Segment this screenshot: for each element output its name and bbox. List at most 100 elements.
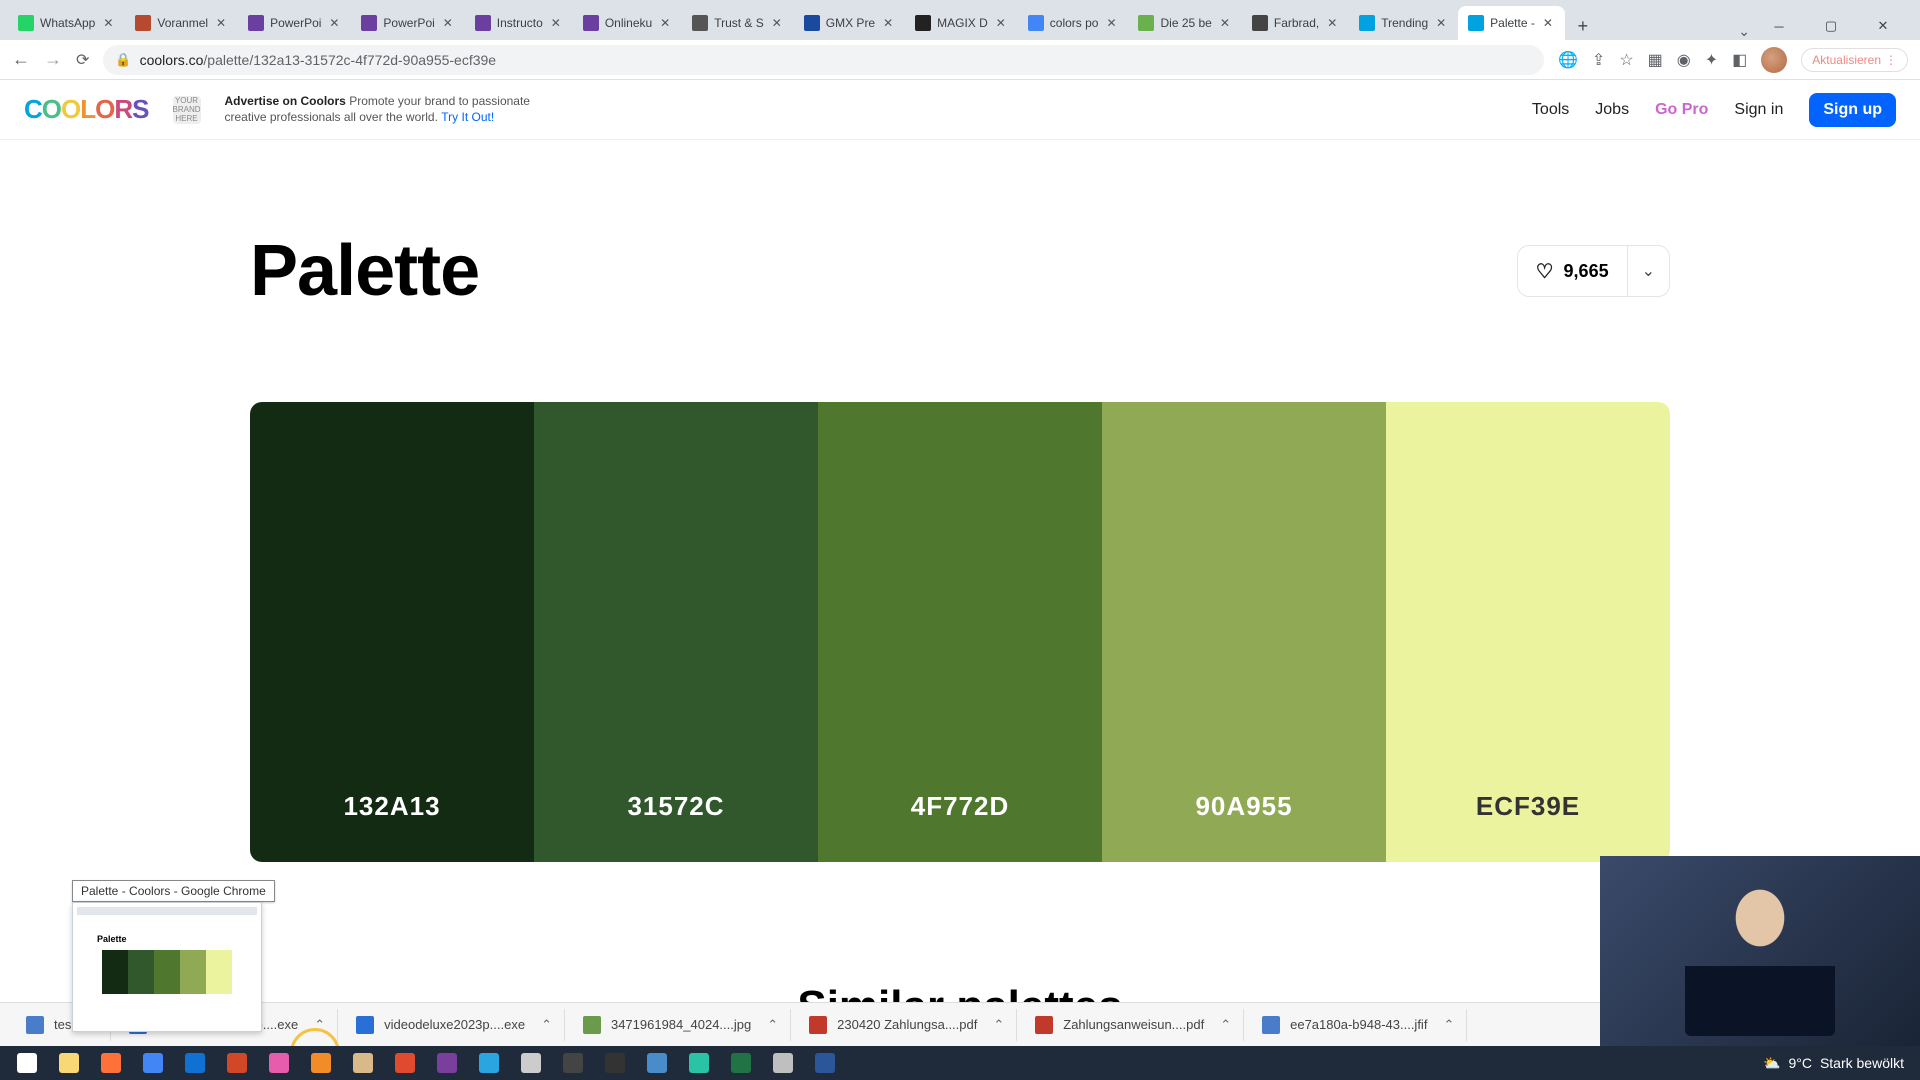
tabs-dropdown-icon[interactable]: ⌄ — [1738, 23, 1750, 40]
taskbar-app-firefox[interactable] — [90, 1048, 132, 1078]
browser-tab[interactable]: Instructo ✕ — [465, 6, 573, 40]
download-item[interactable]: ee7a180a-b948-43....jfif ⌃ — [1250, 1009, 1467, 1041]
like-dropdown[interactable]: ⌄ — [1628, 246, 1669, 296]
tab-favicon — [915, 15, 931, 31]
browser-tab[interactable]: PowerPoi ✕ — [351, 6, 464, 40]
browser-tab[interactable]: Trending ✕ — [1349, 6, 1458, 40]
close-tab-icon[interactable]: ✕ — [214, 16, 228, 30]
nav-gopro[interactable]: Go Pro — [1655, 101, 1708, 119]
new-tab-button[interactable]: + — [1569, 12, 1597, 40]
close-tab-icon[interactable]: ✕ — [770, 16, 784, 30]
chevron-up-icon[interactable]: ⌃ — [308, 1017, 325, 1033]
taskbar-app-outlook[interactable] — [174, 1048, 216, 1078]
browser-tab[interactable]: Farbrad, ✕ — [1242, 6, 1349, 40]
taskbar-app-chrome[interactable] — [132, 1048, 174, 1078]
download-item[interactable]: videodeluxe2023p....exe ⌃ — [344, 1009, 565, 1041]
forward-button[interactable]: → — [44, 49, 62, 70]
minimize-button[interactable]: ─ — [1762, 12, 1796, 40]
taskbar-app-onenote[interactable] — [426, 1048, 468, 1078]
taskbar-app-powerpoint[interactable] — [216, 1048, 258, 1078]
like-button[interactable]: ♡ 9,665 — [1518, 246, 1628, 296]
url-domain: coolors.co — [140, 52, 204, 68]
browser-tab[interactable]: Palette - ✕ — [1458, 6, 1565, 40]
color-swatch[interactable]: 4F772D — [818, 402, 1102, 862]
close-window-button[interactable]: ✕ — [1866, 12, 1900, 40]
close-tab-icon[interactable]: ✕ — [101, 16, 115, 30]
taskbar-app-start[interactable] — [6, 1048, 48, 1078]
share-icon[interactable]: ⇪ — [1592, 50, 1605, 70]
chevron-up-icon[interactable]: ⌃ — [987, 1017, 1004, 1033]
close-tab-icon[interactable]: ✕ — [549, 16, 563, 30]
signin-button[interactable]: Sign in — [1734, 101, 1783, 119]
color-swatch[interactable]: 31572C — [534, 402, 818, 862]
taskbar-app-edge[interactable] — [678, 1048, 720, 1078]
taskbar-app-app6[interactable] — [636, 1048, 678, 1078]
vlc-icon — [311, 1053, 331, 1073]
taskbar-app-app7[interactable] — [762, 1048, 804, 1078]
translate-icon[interactable]: 🌐 — [1558, 50, 1578, 70]
signup-button[interactable]: Sign up — [1809, 93, 1896, 127]
app4-icon — [563, 1053, 583, 1073]
close-tab-icon[interactable]: ✕ — [1325, 16, 1339, 30]
browser-tab[interactable]: Trust & S ✕ — [682, 6, 794, 40]
nav-tools[interactable]: Tools — [1532, 101, 1569, 119]
back-button[interactable]: ← — [12, 49, 30, 70]
try-it-link[interactable]: Try It Out! — [441, 110, 494, 124]
extensions-menu-icon[interactable]: ✦ — [1705, 50, 1718, 70]
browser-tab[interactable]: Voranmel ✕ — [125, 6, 238, 40]
browser-tab[interactable]: PowerPoi ✕ — [238, 6, 351, 40]
chevron-up-icon[interactable]: ⌃ — [1437, 1017, 1454, 1033]
update-chip[interactable]: Aktualisieren ⋮ — [1801, 48, 1908, 72]
bookmark-icon[interactable]: ☆ — [1619, 50, 1633, 70]
close-tab-icon[interactable]: ✕ — [1434, 16, 1448, 30]
reload-button[interactable]: ⟳ — [76, 50, 89, 70]
tab-title: Trending — [1381, 16, 1428, 30]
close-tab-icon[interactable]: ✕ — [1104, 16, 1118, 30]
address-bar[interactable]: 🔒 coolors.co/palette/132a13-31572c-4f772… — [103, 45, 1544, 75]
browser-tab[interactable]: Die 25 be ✕ — [1128, 6, 1241, 40]
taskbar-app-app4[interactable] — [552, 1048, 594, 1078]
taskbar-app-excel[interactable] — [720, 1048, 762, 1078]
browser-tab[interactable]: colors po ✕ — [1018, 6, 1129, 40]
color-swatch[interactable]: ECF39E — [1386, 402, 1670, 862]
taskbar-app-vlc[interactable] — [300, 1048, 342, 1078]
app6-icon — [647, 1053, 667, 1073]
taskbar-app-paint3d[interactable] — [258, 1048, 300, 1078]
close-tab-icon[interactable]: ✕ — [327, 16, 341, 30]
browser-tab[interactable]: GMX Pre ✕ — [794, 6, 905, 40]
taskbar-app-app3[interactable] — [510, 1048, 552, 1078]
weather-widget[interactable]: ⛅ 9°C Stark bewölkt — [1763, 1055, 1914, 1072]
browser-tab[interactable]: MAGIX D ✕ — [905, 6, 1018, 40]
download-item[interactable]: 230420 Zahlungsa....pdf ⌃ — [797, 1009, 1017, 1041]
close-tab-icon[interactable]: ✕ — [881, 16, 895, 30]
close-tab-icon[interactable]: ✕ — [1541, 16, 1555, 30]
close-tab-icon[interactable]: ✕ — [994, 16, 1008, 30]
taskbar-app-app5[interactable] — [594, 1048, 636, 1078]
close-tab-icon[interactable]: ✕ — [1218, 16, 1232, 30]
close-tab-icon[interactable]: ✕ — [658, 16, 672, 30]
taskbar-preview[interactable]: Palette — [72, 902, 262, 1032]
taskbar-app-telegram[interactable] — [468, 1048, 510, 1078]
download-item[interactable]: Zahlungsanweisun....pdf ⌃ — [1023, 1009, 1244, 1041]
profile-avatar[interactable] — [1761, 47, 1787, 73]
extension-icon[interactable]: ▦ — [1648, 50, 1663, 70]
chevron-up-icon[interactable]: ⌃ — [1214, 1017, 1231, 1033]
taskbar-app-word[interactable] — [804, 1048, 846, 1078]
sidepanel-icon[interactable]: ◧ — [1732, 50, 1747, 70]
extension2-icon[interactable]: ◉ — [1677, 50, 1691, 70]
nav-jobs[interactable]: Jobs — [1595, 101, 1629, 119]
browser-tab[interactable]: WhatsApp ✕ — [8, 6, 125, 40]
taskbar-app-explorer[interactable] — [48, 1048, 90, 1078]
download-item[interactable]: 3471961984_4024....jpg ⌃ — [571, 1009, 791, 1041]
taskbar-tooltip: Palette - Coolors - Google Chrome — [72, 880, 275, 902]
color-swatch[interactable]: 90A955 — [1102, 402, 1386, 862]
maximize-button[interactable]: ▢ — [1814, 12, 1848, 40]
coolors-logo[interactable]: COOLORS — [24, 94, 149, 125]
close-tab-icon[interactable]: ✕ — [441, 16, 455, 30]
browser-tab[interactable]: Onlineku ✕ — [573, 6, 682, 40]
color-swatch[interactable]: 132A13 — [250, 402, 534, 862]
taskbar-app-app2[interactable] — [384, 1048, 426, 1078]
chevron-up-icon[interactable]: ⌃ — [761, 1017, 778, 1033]
chevron-up-icon[interactable]: ⌃ — [535, 1017, 552, 1033]
taskbar-app-app1[interactable] — [342, 1048, 384, 1078]
